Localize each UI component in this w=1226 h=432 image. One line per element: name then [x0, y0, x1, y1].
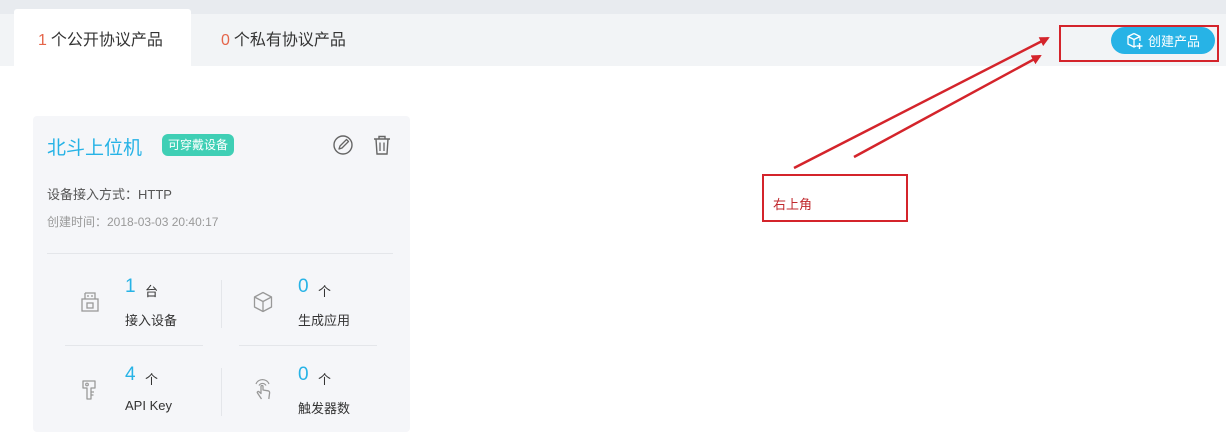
- annotation-arrow-1: [793, 36, 1050, 170]
- annotation-arrows: [793, 36, 1050, 170]
- page: 1 个公开协议产品 0 个私有协议产品 创建产品 北斗上位机 可穿戴设备 设备接入: [0, 0, 1226, 432]
- annotation-arrow-2: [853, 54, 1042, 159]
